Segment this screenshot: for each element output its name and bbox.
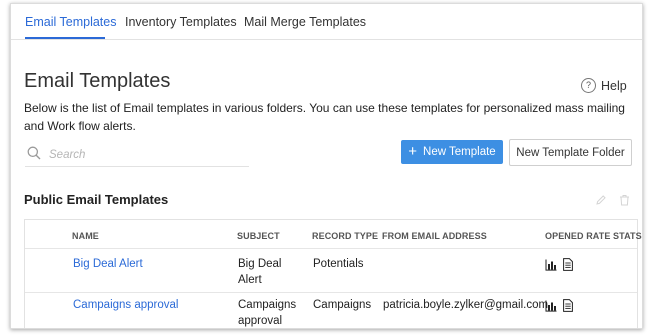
template-name-link[interactable]: Campaigns approval — [73, 297, 178, 313]
help-link[interactable]: ? Help — [581, 78, 627, 93]
email-templates-window: Email Templates Inventory Templates Mail… — [10, 3, 643, 329]
help-circle-icon: ? — [581, 78, 596, 93]
page-title: Email Templates — [24, 70, 171, 92]
search-box — [25, 142, 249, 167]
template-record-type: Campaigns — [313, 299, 372, 311]
column-header-from-email[interactable]: FROM EMAIL ADDRESS — [382, 231, 487, 241]
new-template-button[interactable]: + New Template — [401, 140, 503, 164]
new-template-label: New Template — [423, 146, 496, 158]
document-icon[interactable] — [563, 258, 573, 271]
template-subject: Big Deal Alert — [238, 258, 282, 286]
help-label: Help — [601, 78, 627, 93]
column-header-opened-rate-stats[interactable]: OPENED RATE STATS — [545, 231, 642, 241]
template-name-link[interactable]: Big Deal Alert — [73, 256, 143, 272]
bar-chart-icon[interactable] — [545, 300, 557, 312]
trash-icon[interactable] — [619, 194, 630, 206]
template-tabs: Email Templates Inventory Templates Mail… — [11, 4, 642, 40]
new-template-folder-button[interactable]: New Template Folder — [509, 139, 632, 166]
column-header-subject[interactable]: SUBJECT — [237, 231, 280, 241]
document-icon[interactable] — [563, 299, 573, 312]
pencil-icon[interactable] — [595, 194, 607, 206]
opened-rate-stats — [545, 299, 573, 312]
section-title: Public Email Templates — [24, 192, 169, 207]
tab-mail-merge-templates[interactable]: Mail Merge Templates — [244, 15, 366, 29]
column-header-name[interactable]: NAME — [72, 231, 99, 241]
tab-inventory-templates[interactable]: Inventory Templates — [125, 15, 237, 29]
tab-email-templates[interactable]: Email Templates — [25, 15, 116, 29]
template-from-email: patricia.boyle.zylker@gmail.com — [383, 299, 549, 311]
row-divider — [25, 248, 637, 249]
bar-chart-icon[interactable] — [545, 259, 557, 271]
page-description: Below is the list of Email templates in … — [24, 101, 625, 133]
column-header-record-type[interactable]: RECORD TYPE — [312, 231, 378, 241]
search-icon — [27, 146, 41, 160]
search-input[interactable] — [47, 144, 246, 166]
template-record-type: Potentials — [313, 258, 364, 270]
template-subject: Campaigns approval — [238, 299, 297, 327]
templates-table: NAME SUBJECT RECORD TYPE FROM EMAIL ADDR… — [24, 219, 642, 328]
active-tab-indicator — [25, 37, 105, 39]
row-divider — [25, 292, 637, 293]
section-actions — [595, 194, 630, 206]
opened-rate-stats — [545, 258, 573, 271]
plus-icon: + — [408, 143, 418, 160]
